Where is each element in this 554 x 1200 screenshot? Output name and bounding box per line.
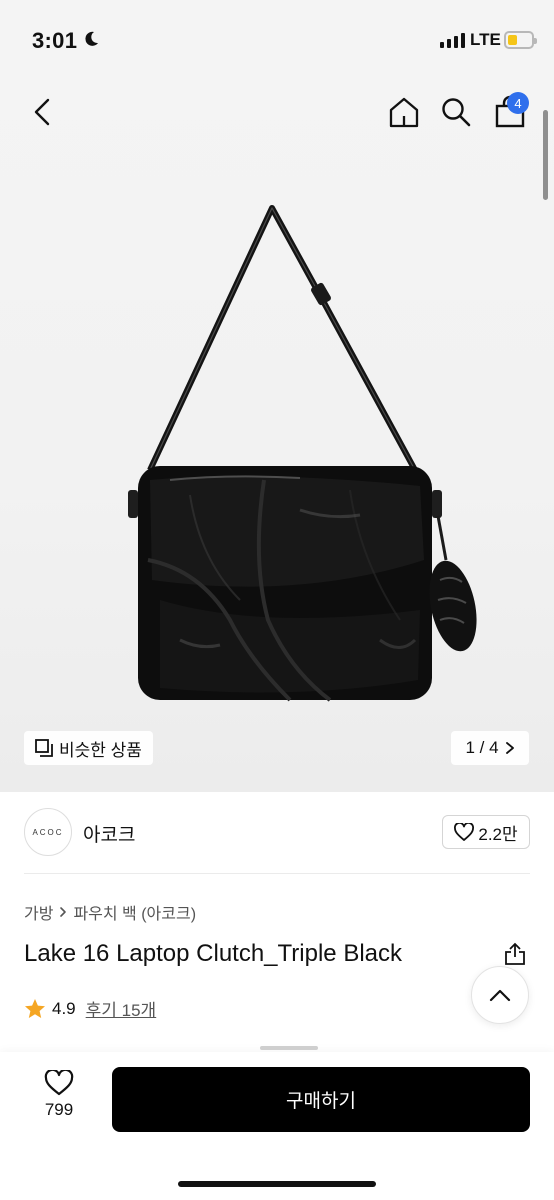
network-label: LTE	[470, 30, 501, 49]
home-indicator	[178, 1181, 376, 1187]
image-pager[interactable]: 1 / 4	[451, 731, 529, 765]
wishlist-count: 799	[44, 1100, 74, 1119]
page-indicator: 1 / 4	[465, 738, 499, 757]
drag-handle[interactable]	[260, 1046, 318, 1050]
brand-logo-text: ACOC	[32, 827, 64, 837]
home-button[interactable]	[384, 92, 424, 132]
brand-logo[interactable]: ACOC	[24, 808, 72, 856]
rating-row: 4.9 후기 15개	[24, 996, 156, 1021]
search-icon	[442, 98, 471, 127]
back-button[interactable]	[24, 92, 60, 132]
signal-icon	[440, 33, 465, 48]
brand-name[interactable]: 아코크	[83, 820, 135, 847]
heart-icon	[44, 1070, 74, 1096]
star-icon	[25, 998, 45, 1018]
breadcrumb-category[interactable]: 가방	[24, 900, 53, 924]
chevron-up-icon	[489, 989, 511, 1002]
breadcrumb: 가방 파우치 백 (아코크)	[24, 900, 196, 924]
similar-products-button[interactable]: 비슷한 상품	[24, 731, 153, 765]
home-icon	[389, 97, 419, 128]
chevron-right-icon	[60, 907, 67, 917]
similar-label: 비슷한 상품	[59, 740, 142, 760]
divider	[24, 873, 530, 874]
scroll-to-top-button[interactable]	[471, 966, 529, 1024]
similar-icon	[35, 739, 53, 757]
breadcrumb-subcategory[interactable]: 파우치 백 (아코크)	[73, 900, 196, 924]
back-icon	[34, 98, 50, 126]
buy-button[interactable]: 구매하기	[112, 1067, 530, 1132]
scroll-indicator	[543, 110, 548, 200]
wishlist-button[interactable]: 799	[34, 1070, 84, 1120]
rating-value: 4.9	[52, 998, 76, 1018]
brand-like-count: 2.2만	[478, 824, 518, 844]
moon-icon	[82, 30, 100, 53]
chevron-right-icon	[505, 742, 514, 754]
battery-icon	[504, 31, 537, 49]
brand-like-button[interactable]: 2.2만	[442, 815, 530, 849]
share-button[interactable]	[502, 940, 528, 968]
cart-count-badge: 4	[507, 92, 529, 114]
status-bar: 3:01 LTE	[0, 0, 554, 80]
heart-icon	[454, 823, 475, 841]
status-time: 3:01	[32, 28, 78, 53]
search-button[interactable]	[436, 92, 476, 132]
share-icon	[505, 942, 525, 965]
product-title: Lake 16 Laptop Clutch_Triple Black	[24, 940, 402, 967]
reviews-link[interactable]: 후기 15개	[86, 996, 157, 1021]
